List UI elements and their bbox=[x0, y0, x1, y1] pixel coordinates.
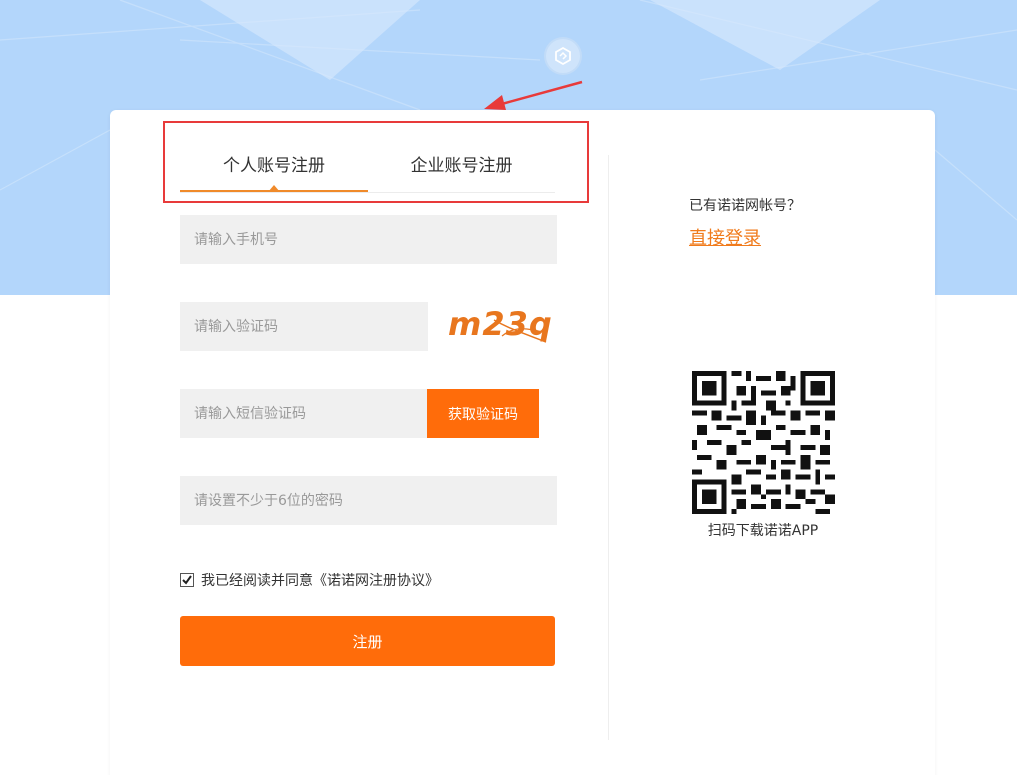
annotation-arrow-icon bbox=[484, 80, 583, 110]
agreement-link[interactable]: 《诺诺网注册协议》 bbox=[313, 570, 439, 590]
brand-logo bbox=[546, 39, 580, 73]
register-button[interactable]: 注册 bbox=[180, 616, 555, 666]
vertical-divider bbox=[608, 155, 609, 740]
phone-input[interactable] bbox=[180, 215, 557, 264]
annotation-highlight-box bbox=[163, 121, 589, 203]
have-account-text: 已有诺诺网帐号？ bbox=[689, 198, 801, 214]
agreement-text: 我已经阅读并同意 bbox=[201, 573, 313, 589]
registration-page: 个人账号注册 企业账号注册 m23q 获取验证码 我已经阅读并同意 《诺诺网注册… bbox=[0, 0, 1017, 775]
captcha-image[interactable]: m23q bbox=[442, 302, 552, 351]
agreement-row: 我已经阅读并同意 《诺诺网注册协议》 bbox=[180, 570, 439, 590]
qr-caption: 扫码下载诺诺APP bbox=[707, 523, 819, 539]
agreement-checkbox[interactable] bbox=[180, 573, 194, 587]
checkmark-icon bbox=[182, 575, 192, 585]
captcha-noise-lines bbox=[493, 319, 547, 343]
get-sms-code-button[interactable]: 获取验证码 bbox=[427, 389, 539, 438]
direct-login-link[interactable]: 直接登录 bbox=[689, 224, 761, 250]
qr-code-image bbox=[692, 371, 835, 514]
captcha-input[interactable] bbox=[180, 302, 428, 351]
hexagon-logo-icon bbox=[555, 46, 571, 66]
password-input[interactable] bbox=[180, 476, 557, 525]
sms-code-input[interactable] bbox=[180, 389, 427, 438]
